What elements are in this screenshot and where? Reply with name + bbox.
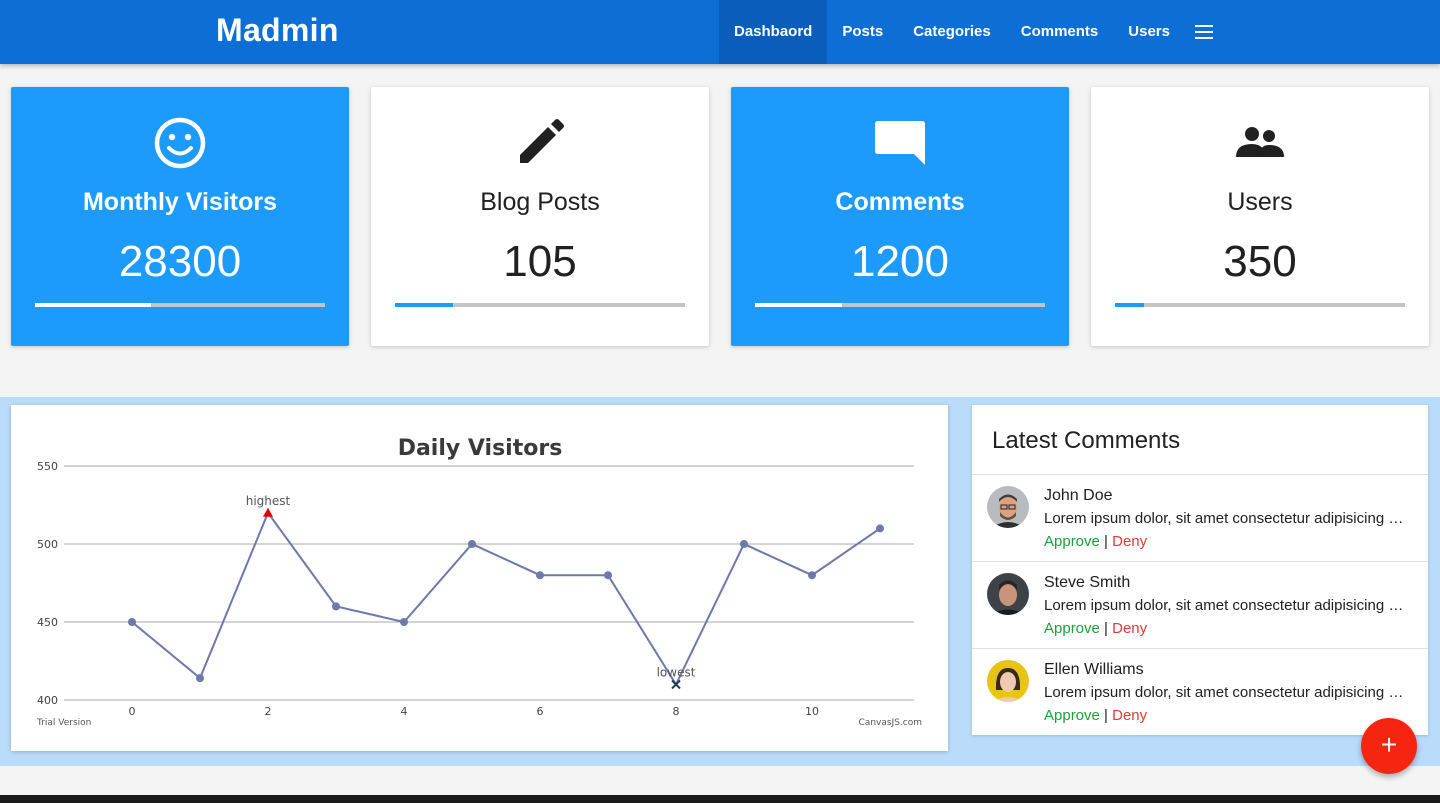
approve-link[interactable]: Approve [1044,620,1100,637]
deny-link[interactable]: Deny [1112,707,1147,724]
stat-value: 28300 [118,237,242,286]
approve-link[interactable]: Approve [1044,707,1100,724]
users-icon [1236,127,1284,157]
stat-value: 350 [1223,237,1297,286]
avatar [987,660,1029,702]
chart-footer-left: Trial Version [36,718,91,728]
action-separator: | [1104,533,1113,550]
y-tick-label: 550 [37,460,58,473]
x-tick-label: 10 [805,705,819,718]
add-button[interactable]: + [1361,718,1417,774]
comment-item: John Doe Lorem ipsum dolor, sit amet con… [972,474,1428,561]
brand-logo[interactable]: Madmin [216,12,339,49]
comment-actions: Approve | Deny [1044,620,1147,637]
hamburger-menu-icon[interactable] [1194,25,1213,39]
stat-card-comments: Comments 1200 [731,87,1069,346]
y-tick-label: 500 [37,538,58,551]
nav-links: Dashbaord Posts Categories Comments User… [719,0,1225,64]
comment-item: Steve Smith Lorem ipsum dolor, sit amet … [972,561,1428,648]
series-line [131,510,881,687]
stat-value: 1200 [851,237,949,286]
deny-link[interactable]: Deny [1112,533,1147,550]
data-point [196,674,204,683]
stat-card-blog-posts: Blog Posts 105 [371,87,709,346]
comment-author: Ellen Williams [1044,661,1144,678]
action-separator: | [1104,620,1113,637]
chart-title: Daily Visitors [398,436,563,461]
comment-actions: Approve | Deny [1044,707,1147,724]
chart-footer-right: CanvasJS.com [859,718,922,728]
comment-text: Lorem ipsum dolor, sit amet consectetur … [1044,684,1409,701]
data-point-lowest [671,679,681,690]
stat-label: Comments [835,188,965,216]
nav-item-users[interactable]: Users [1113,0,1185,64]
data-point [536,571,544,580]
comment-author: John Doe [1044,487,1113,504]
x-tick-label: 4 [401,705,408,718]
latest-comments-title: Latest Comments [992,427,1181,454]
avatar [987,486,1029,528]
data-point [808,571,816,580]
nav-item-dashboard[interactable]: Dashbaord [719,0,828,64]
avatar [987,573,1029,615]
stat-progress-bar [1115,303,1405,307]
bottom-bar [0,795,1440,803]
data-point [128,618,136,626]
data-point [468,540,476,548]
top-navbar: Madmin Dashbaord Posts Categories Commen… [0,0,1440,64]
pencil-icon [520,119,564,163]
y-tick-label: 450 [37,616,58,629]
stat-progress-bar [755,303,1045,307]
annotation-label: lowest [657,665,696,679]
nav-item-comments[interactable]: Comments [1006,0,1114,64]
comment-author: Steve Smith [1044,574,1131,591]
stat-progress-bar [395,303,685,307]
comment-text: Lorem ipsum dolor, sit amet consectetur … [1044,597,1409,614]
smiley-icon [154,117,206,169]
stat-progress-bar [35,303,325,307]
stat-label: Users [1227,188,1293,216]
comment-icon [875,121,925,165]
comment-text: Lorem ipsum dolor, sit amet consectetur … [1044,510,1409,527]
data-point-highest [263,507,273,517]
latest-comments-card: Latest Comments John Doe Lorem ipsum dol… [972,405,1428,735]
data-point [876,524,884,533]
stat-value: 105 [503,237,577,286]
data-point [740,540,748,548]
nav-item-categories[interactable]: Categories [898,0,1006,64]
stat-card-monthly-visitors: Monthly Visitors 28300 [11,87,349,346]
data-point [604,571,612,580]
deny-link[interactable]: Deny [1112,620,1147,637]
plus-icon: + [1380,729,1398,760]
data-point [332,602,340,611]
stat-label: Monthly Visitors [82,188,277,216]
comment-actions: Approve | Deny [1044,533,1147,550]
x-tick-label: 6 [537,705,544,718]
x-tick-label: 0 [129,705,136,718]
y-tick-label: 400 [37,694,58,707]
data-point [400,618,408,626]
annotation-label: highest [246,494,291,508]
comments-list: John Doe Lorem ipsum dolor, sit amet con… [972,474,1428,735]
approve-link[interactable]: Approve [1044,533,1100,550]
action-separator: | [1104,707,1113,724]
x-tick-label: 2 [265,705,272,718]
stat-label: Blog Posts [480,188,600,216]
stat-card-users: Users 350 [1091,87,1429,346]
nav-item-posts[interactable]: Posts [827,0,898,64]
daily-visitors-chart: Daily Visitors 400 450 500 550 0 2 4 6 8 10 highest… [36,436,922,728]
x-tick-label: 8 [673,705,680,718]
comment-item: Ellen Williams Lorem ipsum dolor, sit am… [972,648,1428,735]
daily-visitors-chart-card: Daily Visitors 400 450 500 550 0 2 4 6 8 10 highest… [11,405,948,751]
